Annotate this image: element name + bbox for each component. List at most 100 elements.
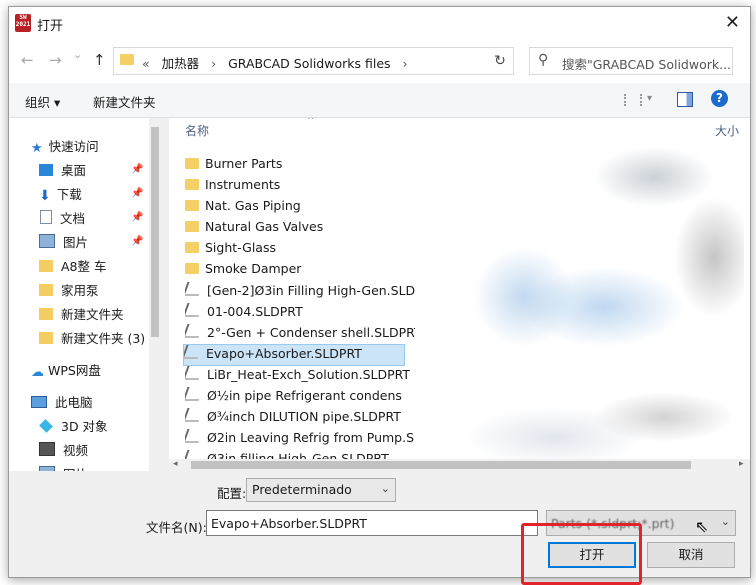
title-bar: SW 2021 打开 ✕ xyxy=(9,7,750,39)
sldprt-file-icon xyxy=(185,429,204,443)
folder-icon xyxy=(39,332,53,344)
forward-arrow-icon[interactable]: → xyxy=(49,51,62,69)
file-row[interactable]: LiBr_Heat-Exch_Solution.SLDPRT xyxy=(185,366,415,386)
scroll-right-icon[interactable]: ▸ xyxy=(739,459,744,469)
breadcrumb-separator[interactable]: › xyxy=(211,56,216,71)
new-folder-button[interactable]: 新建文件夹 xyxy=(93,92,156,111)
window-title: 打开 xyxy=(37,19,64,34)
folder-icon xyxy=(185,158,199,169)
file-list: ^ 名称 大小 Burner Parts Instruments Nat. Ga… xyxy=(169,118,750,471)
file-row[interactable]: Ø½in pipe Refrigerant condens xyxy=(185,387,415,407)
sidebar-item-new-folder-3[interactable]: 新建文件夹 (3) xyxy=(39,328,145,348)
sidebar-item-videos[interactable]: 视频 xyxy=(39,440,88,460)
file-row[interactable]: Nat. Gas Piping xyxy=(185,198,415,218)
file-row[interactable]: [Gen-2]Ø3in Filling High-Gen.SLDPRT xyxy=(185,282,415,302)
star-icon: ★ xyxy=(31,141,43,156)
breadcrumb-item-heater[interactable]: 加热器 xyxy=(162,56,200,71)
close-icon[interactable]: ✕ xyxy=(725,12,740,33)
document-icon xyxy=(40,210,52,224)
open-button-highlight xyxy=(521,523,642,585)
mouse-cursor-icon: ⇖ xyxy=(695,517,709,536)
preview-pane-icon[interactable] xyxy=(677,92,693,107)
computer-icon xyxy=(31,396,47,408)
folder-icon xyxy=(39,308,53,320)
file-row[interactable]: Sight-Glass xyxy=(185,240,415,260)
3d-objects-icon xyxy=(39,419,53,433)
file-row[interactable]: 01-004.SLDPRT xyxy=(185,303,415,323)
sidebar-item-new-folder[interactable]: 新建文件夹 xyxy=(39,304,124,324)
sldprt-file-icon xyxy=(185,324,204,338)
pin-icon: 📌 xyxy=(131,212,144,223)
column-header-size[interactable]: 大小 xyxy=(715,122,739,139)
organize-button[interactable]: 组织 ▾ xyxy=(25,92,60,111)
sldprt-file-icon xyxy=(185,387,204,401)
sldprt-file-icon xyxy=(185,282,204,296)
sidebar-item-pictures[interactable]: 图片 xyxy=(39,232,88,252)
file-row[interactable]: Burner Parts xyxy=(185,156,415,176)
filename-label: 文件名(N): xyxy=(146,520,207,535)
back-arrow-icon[interactable]: ← xyxy=(21,51,34,69)
file-row[interactable]: 2°-Gen + Condenser shell.SLDPRT xyxy=(185,324,415,344)
video-icon xyxy=(39,442,55,456)
navigation-bar: ← → ⌄ ↑ « 加热器 › GRABCAD Solidworks files… xyxy=(9,39,750,83)
file-row[interactable]: Ø¾inch DILUTION pipe.SLDPRT xyxy=(185,408,415,428)
horizontal-scrollbar-thumb[interactable] xyxy=(191,461,691,469)
view-options-icon[interactable] xyxy=(624,94,642,106)
sidebar-item-folder-a8[interactable]: A8整 车 xyxy=(39,256,106,276)
search-input[interactable]: ⚲ 搜索"GRABCAD Solidwork... xyxy=(529,47,733,75)
breadcrumb-item-grabcad[interactable]: GRABCAD Solidworks files xyxy=(228,56,390,71)
address-bar[interactable]: « 加热器 › GRABCAD Solidworks files › ⌄ xyxy=(113,47,500,75)
configuration-value: Predeterminado xyxy=(252,482,352,497)
cloud-icon: ☁ xyxy=(31,365,44,380)
file-row[interactable]: Smoke Damper xyxy=(185,261,415,281)
cancel-button[interactable]: 取消 xyxy=(647,542,735,568)
sldprt-file-icon xyxy=(184,345,203,359)
pin-icon: 📌 xyxy=(131,164,144,175)
breadcrumb-overflow[interactable]: « xyxy=(142,56,150,71)
chevron-down-icon: ⌄ xyxy=(380,482,390,495)
pictures-icon xyxy=(39,234,55,248)
folder-icon xyxy=(39,284,53,296)
folder-icon xyxy=(185,200,199,211)
solidworks-app-icon: SW 2021 xyxy=(15,14,31,32)
folder-icon xyxy=(185,221,199,232)
file-row[interactable]: Instruments xyxy=(185,177,415,197)
sidebar-item-desktop[interactable]: 桌面 xyxy=(39,160,86,180)
breadcrumb-separator[interactable]: › xyxy=(403,56,408,71)
sidebar-item-3d-objects[interactable]: 3D 对象 xyxy=(39,416,108,436)
sidebar-item-downloads[interactable]: ⬇ 下载 xyxy=(39,184,82,204)
chevron-down-icon: ⌄ xyxy=(720,515,730,528)
help-icon[interactable]: ? xyxy=(711,90,728,107)
download-icon: ⬇ xyxy=(39,188,51,204)
search-placeholder: 搜索"GRABCAD Solidwork... xyxy=(562,57,730,72)
folder-icon xyxy=(185,263,199,274)
command-bar: 组织 ▾ 新建文件夹 ▾ ? xyxy=(9,83,750,118)
desktop-icon xyxy=(39,164,53,176)
file-row[interactable]: Natural Gas Valves xyxy=(185,219,415,239)
chevron-down-icon[interactable]: ▾ xyxy=(647,93,652,104)
folder-icon xyxy=(185,242,199,253)
folder-icon xyxy=(120,54,134,65)
sidebar-item-wps-cloud[interactable]: ☁ WPS网盘 xyxy=(31,360,101,380)
sidebar-item-pictures-pc[interactable]: 图片 xyxy=(39,464,88,471)
file-row-selected[interactable]: Evapo+Absorber.SLDPRT xyxy=(183,344,405,366)
pictures-icon xyxy=(39,466,55,471)
sldprt-file-icon xyxy=(185,303,204,317)
sidebar-item-quick-access[interactable]: ★ 快速访问 xyxy=(31,136,99,156)
scroll-left-icon[interactable]: ◂ xyxy=(173,459,178,469)
folder-icon xyxy=(39,260,53,272)
column-header-name[interactable]: 名称 xyxy=(185,122,209,139)
open-file-dialog: SW 2021 打开 ✕ ← → ⌄ ↑ « 加热器 › GRABCAD Sol… xyxy=(8,6,751,585)
sidebar-scrollbar-thumb[interactable] xyxy=(151,127,159,337)
up-arrow-icon[interactable]: ↑ xyxy=(93,51,106,69)
sidebar-item-documents[interactable]: 文档 xyxy=(40,208,85,228)
refresh-icon[interactable]: ↻ xyxy=(487,47,514,75)
sidebar-item-folder-pump[interactable]: 家用泵 xyxy=(39,280,99,300)
sidebar-item-this-pc[interactable]: 此电脑 xyxy=(31,392,93,412)
filename-input[interactable]: Evapo+Absorber.SLDPRT xyxy=(206,510,538,536)
file-row[interactable]: Ø2in Leaving Refrig from Pump.SL xyxy=(185,429,415,449)
recent-locations-icon[interactable]: ⌄ xyxy=(73,48,82,61)
configuration-dropdown[interactable]: Predeterminado ⌄ xyxy=(246,478,396,502)
config-label: 配置: xyxy=(217,486,247,501)
navigation-pane: ★ 快速访问 桌面 📌 ⬇ 下载 📌 文档 📌 图片 📌 A8整 车 家用泵 新建文… xyxy=(9,118,149,471)
